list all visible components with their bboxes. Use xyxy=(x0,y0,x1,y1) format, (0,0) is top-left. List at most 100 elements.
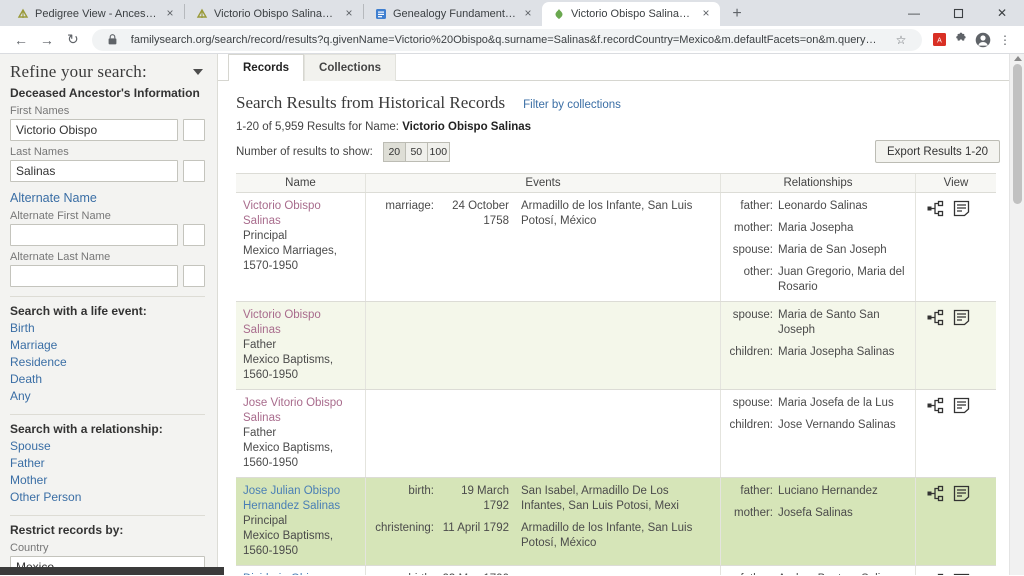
life-event-any[interactable]: Any xyxy=(10,388,205,405)
bookmark-star-icon[interactable]: ☆ xyxy=(890,29,912,51)
pdf-extension-icon[interactable]: A xyxy=(928,29,950,51)
close-icon[interactable]: × xyxy=(700,7,712,20)
content-tabs: Records Collections xyxy=(218,54,1024,81)
result-name-link[interactable]: Victorio Obispo Salinas xyxy=(243,308,359,338)
divider xyxy=(10,515,205,516)
tab-records[interactable]: Records xyxy=(228,54,305,81)
table-row[interactable]: Jose Vitorio Obispo Salinas Father Mexic… xyxy=(236,390,996,478)
num-results-label: Number of results to show: xyxy=(236,146,373,158)
search-results-content: Records Collections Search Results from … xyxy=(218,54,1024,575)
scroll-up-arrow-icon[interactable] xyxy=(1014,56,1022,61)
new-tab-button[interactable]: + xyxy=(724,2,750,26)
table-row[interactable]: Victorio Obispo Salinas Principal Mexico… xyxy=(236,193,996,302)
event-place: San Isabel, Armadillo De Los Infantes, S… xyxy=(521,485,679,512)
relationship-spouse[interactable]: Spouse xyxy=(10,438,205,455)
record-document-icon[interactable] xyxy=(953,200,970,217)
browser-menu-icon[interactable]: ⋮ xyxy=(994,29,1016,51)
forward-icon[interactable]: → xyxy=(34,27,60,53)
relationship-tree-icon[interactable] xyxy=(927,397,944,414)
alt-last-name-options-button[interactable] xyxy=(183,265,205,287)
result-name-link[interactable]: Jose Vitorio Obispo Salinas xyxy=(243,396,359,426)
browser-tab-1[interactable]: Victorio Obispo Salinas - Facts × xyxy=(185,2,363,26)
num-results-50[interactable]: 50 xyxy=(404,142,428,162)
scrollbar-thumb[interactable] xyxy=(1013,64,1022,204)
result-events-cell: marriage: 24 October 1758 Armadillo de l… xyxy=(366,193,721,301)
relationship-tree-icon[interactable] xyxy=(927,200,944,217)
record-document-icon[interactable] xyxy=(953,397,970,414)
result-relationships-cell: father: Andres Bentura Salinas mother: J… xyxy=(721,566,916,575)
life-event-birth[interactable]: Birth xyxy=(10,320,205,337)
close-icon[interactable]: × xyxy=(164,7,176,20)
record-document-icon[interactable] xyxy=(953,485,970,502)
record-document-icon[interactable] xyxy=(953,573,970,575)
export-results-button[interactable]: Export Results 1-20 xyxy=(875,140,1000,163)
alt-last-name-input[interactable] xyxy=(10,265,178,287)
relationship-row: other: Juan Gregorio, Maria del Rosario xyxy=(728,265,909,295)
reload-icon[interactable]: ↻ xyxy=(60,27,86,53)
table-row[interactable]: Diciderio Obispo Salinas Basquez birth: … xyxy=(236,566,996,575)
result-name-link[interactable]: Jose Julian Obispo Hernandez Salinas xyxy=(243,484,359,514)
close-window-icon[interactable]: ✕ xyxy=(980,0,1024,26)
relationship-value: Maria de San Joseph xyxy=(778,244,887,256)
country-label: Country xyxy=(10,542,49,554)
address-bar[interactable]: familysearch.org/search/record/results?q… xyxy=(91,28,922,51)
relationship-tree-icon[interactable] xyxy=(927,485,944,502)
first-names-input[interactable] xyxy=(10,119,178,141)
alt-first-name-input[interactable] xyxy=(10,224,178,246)
column-header-name[interactable]: Name xyxy=(236,174,366,192)
result-name-link[interactable]: Victorio Obispo Salinas xyxy=(243,199,359,229)
extensions-puzzle-icon[interactable] xyxy=(950,29,972,51)
tab-collections[interactable]: Collections xyxy=(304,54,397,81)
close-icon[interactable]: × xyxy=(522,7,534,20)
window-controls: — ✕ xyxy=(892,0,1024,26)
results-count: 1-20 of 5,959 Results for Name: Victorio… xyxy=(236,121,1010,133)
maximize-icon[interactable] xyxy=(936,0,980,26)
relationship-value: Juan Gregorio, Maria del Rosario xyxy=(778,266,905,293)
page-vertical-scrollbar[interactable] xyxy=(1009,54,1024,575)
num-results-100[interactable]: 100 xyxy=(426,142,450,162)
life-event-residence[interactable]: Residence xyxy=(10,354,205,371)
relationship-row: spouse: Maria de San Joseph xyxy=(728,243,909,258)
relationship-label: father: xyxy=(740,485,773,497)
life-event-marriage[interactable]: Marriage xyxy=(10,337,205,354)
alt-first-name-options-button[interactable] xyxy=(183,224,205,246)
result-view-cell xyxy=(916,193,996,301)
record-document-icon[interactable] xyxy=(953,309,970,326)
relationship-tree-icon[interactable] xyxy=(927,573,944,575)
life-event-death[interactable]: Death xyxy=(10,371,205,388)
table-row[interactable]: Jose Julian Obispo Hernandez Salinas Pri… xyxy=(236,478,996,566)
refine-title: Refine your search: xyxy=(10,62,147,81)
browser-tab-title: Genealogy Fundamentals & How xyxy=(393,8,516,20)
alternate-name-link[interactable]: Alternate Name xyxy=(10,191,205,205)
back-icon[interactable]: ← xyxy=(8,27,34,53)
relationship-row: children: Jose Vernando Salinas xyxy=(728,418,909,433)
result-collection-line1: Mexico Baptisms, xyxy=(243,442,334,454)
filter-by-collections-link[interactable]: Filter by collections xyxy=(523,99,621,111)
browser-tab-2[interactable]: Genealogy Fundamentals & How × xyxy=(364,2,542,26)
browser-tab-3-active[interactable]: Victorio Obispo Salinas Search R × xyxy=(542,2,720,26)
close-icon[interactable]: × xyxy=(343,7,355,20)
relationship-tree-icon[interactable] xyxy=(927,309,944,326)
num-results-20[interactable]: 20 xyxy=(382,142,406,162)
minimize-icon[interactable]: — xyxy=(892,0,936,26)
last-names-input[interactable] xyxy=(10,160,178,182)
refine-search-sidebar: Refine your search: Deceased Ancestor's … xyxy=(0,54,218,575)
column-header-relationships[interactable]: Relationships xyxy=(721,174,916,192)
results-table: Name Events Relationships View Victorio … xyxy=(236,173,996,575)
event-label: christening: xyxy=(375,522,434,534)
refine-header[interactable]: Refine your search: xyxy=(10,62,205,82)
browser-tab-0[interactable]: Pedigree View - Ancestry.com × xyxy=(6,2,184,26)
table-row[interactable]: Victorio Obispo Salinas Father Mexico Ba… xyxy=(236,302,996,390)
results-count-name: Victorio Obispo Salinas xyxy=(402,121,532,133)
profile-avatar-icon[interactable] xyxy=(972,29,994,51)
column-header-events[interactable]: Events xyxy=(366,174,721,192)
first-names-options-button[interactable] xyxy=(183,119,205,141)
relationship-other-person[interactable]: Other Person xyxy=(10,489,205,506)
relationship-mother[interactable]: Mother xyxy=(10,472,205,489)
chevron-down-icon[interactable] xyxy=(193,69,203,75)
relationship-value: Luciano Hernandez xyxy=(778,485,878,497)
result-relationships-cell: spouse: Maria de Santo San Joseph childr… xyxy=(721,302,916,389)
result-name-link[interactable]: Diciderio Obispo Salinas Basquez xyxy=(243,572,359,575)
last-names-options-button[interactable] xyxy=(183,160,205,182)
relationship-father[interactable]: Father xyxy=(10,455,205,472)
